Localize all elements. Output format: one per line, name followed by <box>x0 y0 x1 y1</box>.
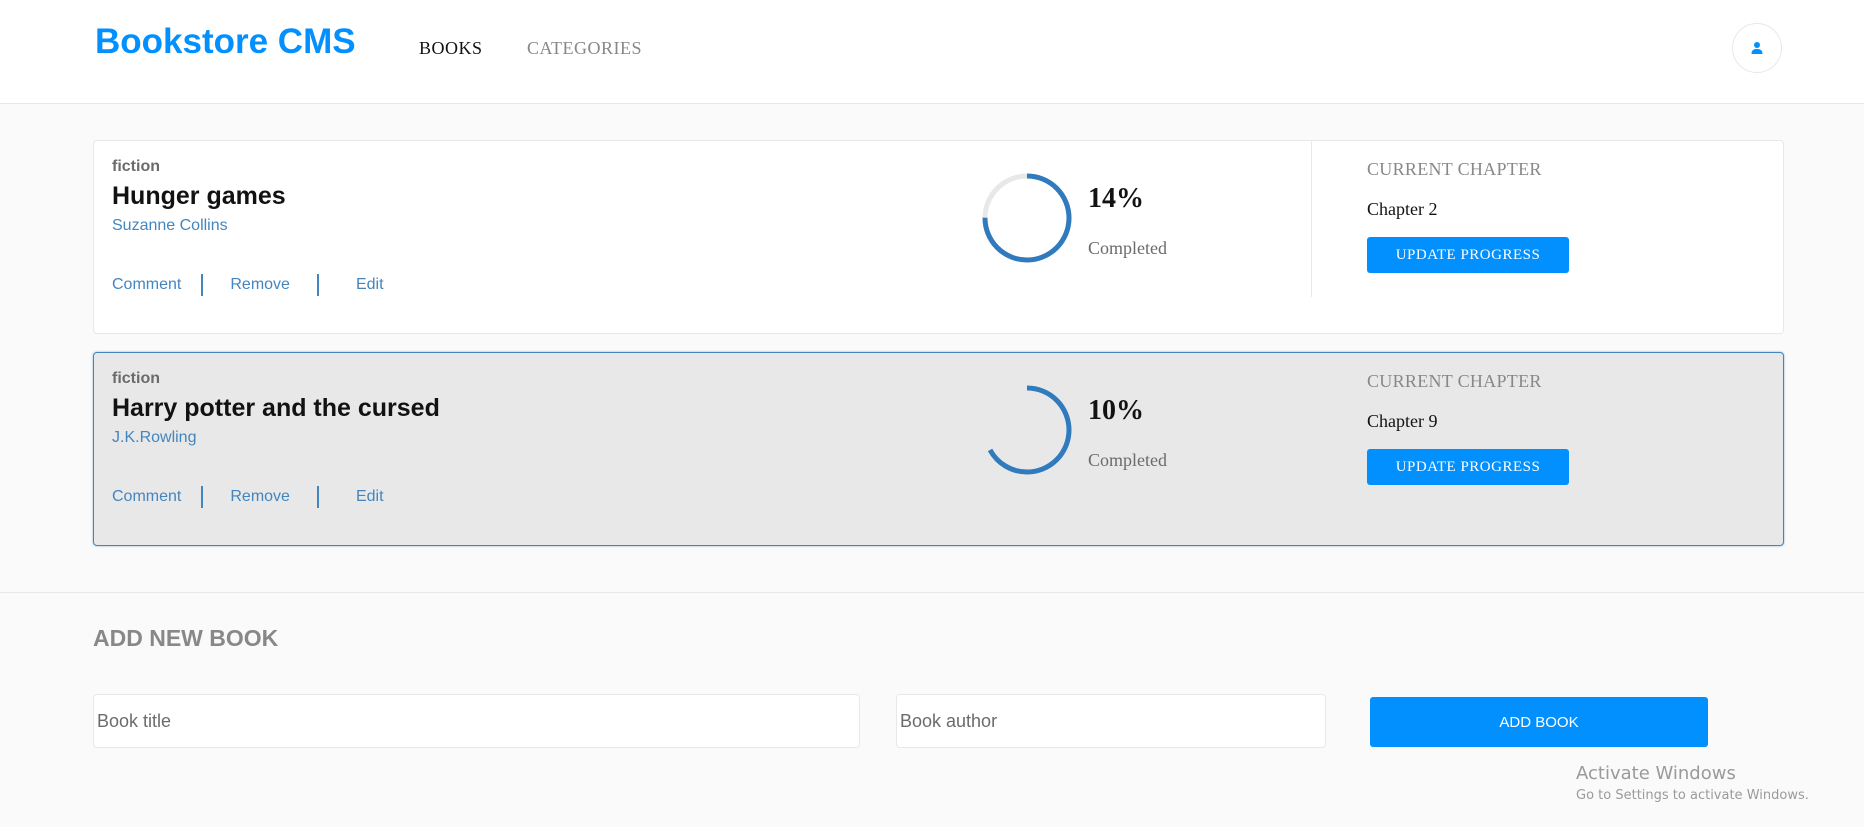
book-genre: fiction <box>112 158 160 175</box>
vertical-divider <box>1311 141 1312 297</box>
header-bar: Bookstore CMS BOOKS CATEGORIES <box>0 0 1864 104</box>
add-book-button[interactable]: ADD BOOK <box>1370 697 1708 747</box>
edit-button[interactable]: Edit <box>356 488 384 506</box>
progress-ring <box>982 173 1072 263</box>
progress-ring <box>982 385 1072 475</box>
activate-windows-watermark: Activate Windows Go to Settings to activ… <box>1576 763 1809 803</box>
progress-percent: 14% <box>1088 183 1144 214</box>
current-chapter-label: CURRENT CHAPTER <box>1367 371 1542 391</box>
update-progress-button[interactable]: UPDATE PROGRESS <box>1367 237 1569 273</box>
logo[interactable]: Bookstore CMS <box>95 22 356 62</box>
edit-button[interactable]: Edit <box>356 276 384 294</box>
action-divider <box>201 486 204 508</box>
book-actions: Comment Remove Edit <box>112 274 384 296</box>
completed-label: Completed <box>1088 450 1167 470</box>
book-author[interactable]: Suzanne Collins <box>112 217 228 235</box>
book-title: Harry potter and the cursed <box>112 394 440 422</box>
book-actions: Comment Remove Edit <box>112 486 384 508</box>
current-chapter-value: Chapter 2 <box>1367 199 1438 219</box>
book-title-input[interactable] <box>93 694 860 748</box>
book-genre: fiction <box>112 370 160 387</box>
update-progress-button[interactable]: UPDATE PROGRESS <box>1367 449 1569 485</box>
comment-button[interactable]: Comment <box>112 276 181 294</box>
completed-label: Completed <box>1088 238 1167 258</box>
book-author-input[interactable] <box>896 694 1326 748</box>
current-chapter-label: CURRENT CHAPTER <box>1367 159 1542 179</box>
nav-books[interactable]: BOOKS <box>419 38 483 59</box>
section-divider <box>0 592 1864 593</box>
book-card: fiction Harry potter and the cursed J.K.… <box>93 352 1784 546</box>
watermark-subtitle: Go to Settings to activate Windows. <box>1576 788 1809 803</box>
action-divider <box>316 486 319 508</box>
user-icon <box>1751 42 1763 54</box>
add-book-heading: ADD NEW BOOK <box>93 625 279 651</box>
book-author[interactable]: J.K.Rowling <box>112 429 196 447</box>
remove-button[interactable]: Remove <box>230 488 290 506</box>
watermark-title: Activate Windows <box>1576 763 1736 784</box>
nav-categories[interactable]: CATEGORIES <box>527 38 642 59</box>
action-divider <box>201 274 204 296</box>
user-button[interactable] <box>1732 23 1782 73</box>
remove-button[interactable]: Remove <box>230 276 290 294</box>
progress-percent: 10% <box>1088 395 1144 426</box>
book-card: fiction Hunger games Suzanne Collins Com… <box>93 140 1784 334</box>
comment-button[interactable]: Comment <box>112 488 181 506</box>
book-title: Hunger games <box>112 182 286 210</box>
current-chapter-value: Chapter 9 <box>1367 411 1438 431</box>
action-divider <box>316 274 319 296</box>
